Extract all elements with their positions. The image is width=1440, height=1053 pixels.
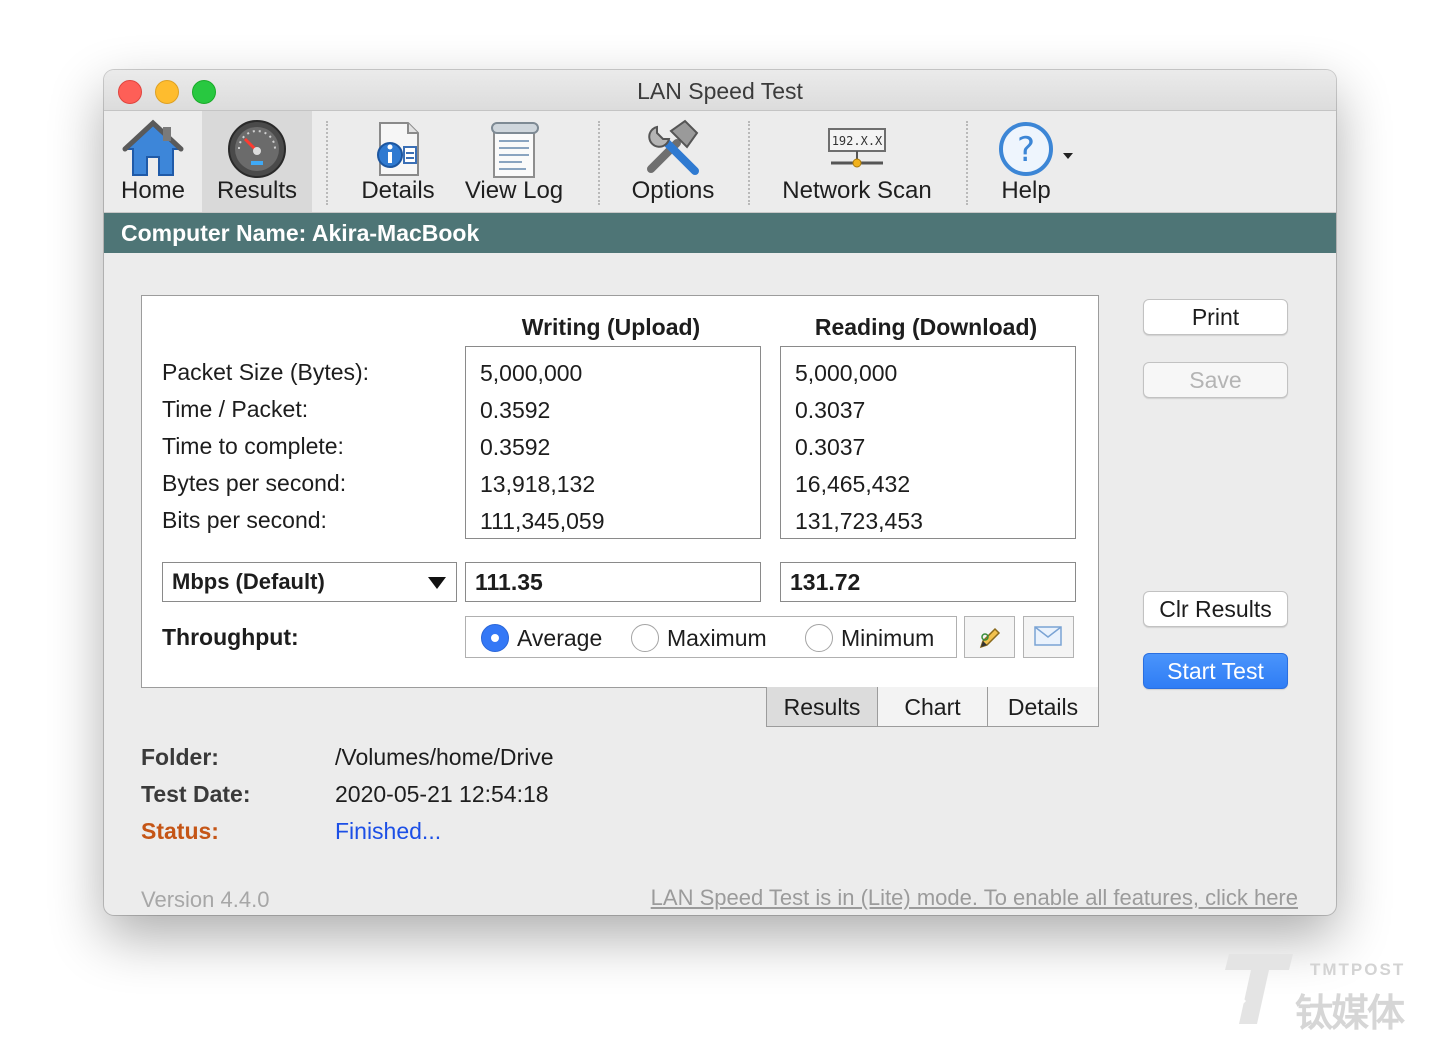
- toolbar-view-log-label: View Log: [464, 177, 564, 204]
- upload-values-box: 5,000,000 0.3592 0.3592 13,918,132 111,3…: [465, 346, 761, 539]
- help-dropdown-arrow-icon[interactable]: [1062, 151, 1074, 161]
- edit-button[interactable]: [964, 616, 1015, 658]
- log-icon: [491, 122, 539, 178]
- tab-results[interactable]: Results: [766, 687, 878, 727]
- toolbar-separator: [326, 121, 328, 205]
- download-value: 131,723,453: [795, 508, 923, 534]
- download-value: 0.3037: [795, 397, 866, 423]
- toolbar-network-scan-button[interactable]: 192.X.X Network Scan: [764, 111, 950, 212]
- toolbar-help-label: Help: [1001, 177, 1051, 204]
- tmtpost-watermark: TMTPOST 钛媒体: [1225, 950, 1415, 1035]
- row-label: Time / Packet:: [162, 396, 309, 422]
- toolbar-details-label: Details: [361, 177, 435, 204]
- toolbar-results-label: Results: [216, 177, 298, 204]
- radio-selected-indicator: [481, 624, 509, 652]
- details-icon: [377, 122, 419, 176]
- lite-mode-upgrade-link[interactable]: LAN Speed Test is in (Lite) mode. To ena…: [651, 885, 1298, 911]
- version-label: Version 4.4.0: [141, 887, 270, 912]
- toolbar-help-button[interactable]: ? Help: [980, 111, 1072, 212]
- app-window: LAN Speed Test Home Results Details View…: [104, 70, 1336, 915]
- row-label: Time to complete:: [162, 433, 344, 459]
- toolbar-separator: [966, 121, 968, 205]
- download-value: 0.3037: [795, 434, 866, 460]
- svg-text:?: ?: [1017, 130, 1035, 170]
- print-button[interactable]: Print: [1143, 299, 1288, 335]
- toolbar-separator: [748, 121, 750, 205]
- start-test-button[interactable]: Start Test: [1143, 653, 1288, 689]
- download-column-header: Reading (Download): [814, 314, 1038, 340]
- upload-column-header: Writing (Upload): [521, 314, 701, 340]
- toolbar-home-label: Home: [120, 177, 186, 204]
- toolbar-details-button[interactable]: Details: [350, 111, 446, 212]
- toolbar-separator: [598, 121, 600, 205]
- radio-label: Minimum: [841, 625, 935, 651]
- help-icon: ?: [999, 122, 1053, 176]
- row-label: Packet Size (Bytes):: [162, 359, 370, 385]
- upload-value: 111,345,059: [480, 508, 605, 534]
- upload-value: 0.3592: [480, 434, 551, 460]
- row-labels: Packet Size (Bytes): Time / Packet: Time…: [162, 354, 369, 539]
- row-label: Bits per second:: [162, 507, 327, 533]
- upload-value: 5,000,000: [480, 360, 583, 386]
- watermark-cjk-text: 钛媒体: [1295, 993, 1405, 1035]
- toolbar-network-scan-label: Network Scan: [782, 177, 932, 204]
- test-date-label: Test Date:: [141, 781, 251, 807]
- email-button[interactable]: [1023, 616, 1074, 658]
- tmtpost-logo-icon: [1225, 954, 1293, 1024]
- radio-label: Maximum: [667, 625, 767, 651]
- radio-indicator: [631, 624, 659, 652]
- clear-results-button[interactable]: Clr Results: [1143, 591, 1288, 627]
- results-panel: Writing (Upload) Reading (Download) Pack…: [141, 295, 1099, 688]
- folder-value: /Volumes/home/Drive: [335, 744, 554, 770]
- download-values-box: 5,000,000 0.3037 0.3037 16,465,432 131,7…: [780, 346, 1076, 539]
- download-mbps-field: 131.72: [780, 562, 1076, 602]
- unit-select-value: Mbps (Default): [172, 569, 325, 594]
- chevron-down-icon: [428, 577, 446, 589]
- status-value: Finished...: [335, 818, 442, 844]
- title-bar[interactable]: LAN Speed Test: [104, 70, 1336, 111]
- home-icon: [122, 119, 184, 176]
- speedometer-icon: [228, 120, 286, 178]
- network-scan-icon: 192.X.X: [828, 128, 886, 168]
- toolbar-results-button[interactable]: Results: [202, 111, 312, 212]
- radio-indicator: [805, 624, 833, 652]
- toolbar-options-button[interactable]: Options: [620, 111, 726, 212]
- row-label: Bytes per second:: [162, 470, 347, 496]
- folder-label: Folder:: [141, 744, 219, 770]
- tab-chart[interactable]: Chart: [877, 687, 988, 727]
- upload-value: 0.3592: [480, 397, 551, 423]
- upload-mbps-field: 111.35: [465, 562, 761, 602]
- window-title: LAN Speed Test: [637, 78, 803, 104]
- tools-icon: [647, 119, 699, 175]
- computer-name-bar: Computer Name: Akira-MacBook: [104, 213, 1336, 253]
- toolbar-home-button[interactable]: Home: [104, 111, 202, 212]
- upload-value: 13,918,132: [480, 471, 596, 497]
- watermark-latin-text: TMTPOST: [1310, 960, 1406, 979]
- tab-details[interactable]: Details: [987, 687, 1099, 727]
- pencil-icon: [979, 627, 1001, 649]
- unit-select[interactable]: Mbps (Default): [162, 562, 457, 602]
- download-value: 16,465,432: [795, 471, 911, 497]
- svg-text:192.X.X: 192.X.X: [832, 134, 883, 148]
- throughput-radio-group: Average Maximum Minimum: [465, 616, 957, 658]
- test-date-value: 2020-05-21 12:54:18: [335, 781, 549, 807]
- envelope-icon: [1034, 626, 1062, 646]
- save-button[interactable]: Save: [1143, 362, 1288, 398]
- toolbar-options-label: Options: [631, 177, 715, 204]
- toolbar: Home Results Details View Log Options 19…: [104, 111, 1336, 213]
- download-value: 5,000,000: [795, 360, 898, 386]
- throughput-label: Throughput:: [162, 624, 299, 650]
- radio-label: Average: [517, 625, 603, 651]
- toolbar-view-log-button[interactable]: View Log: [456, 111, 572, 212]
- status-label: Status:: [141, 818, 219, 844]
